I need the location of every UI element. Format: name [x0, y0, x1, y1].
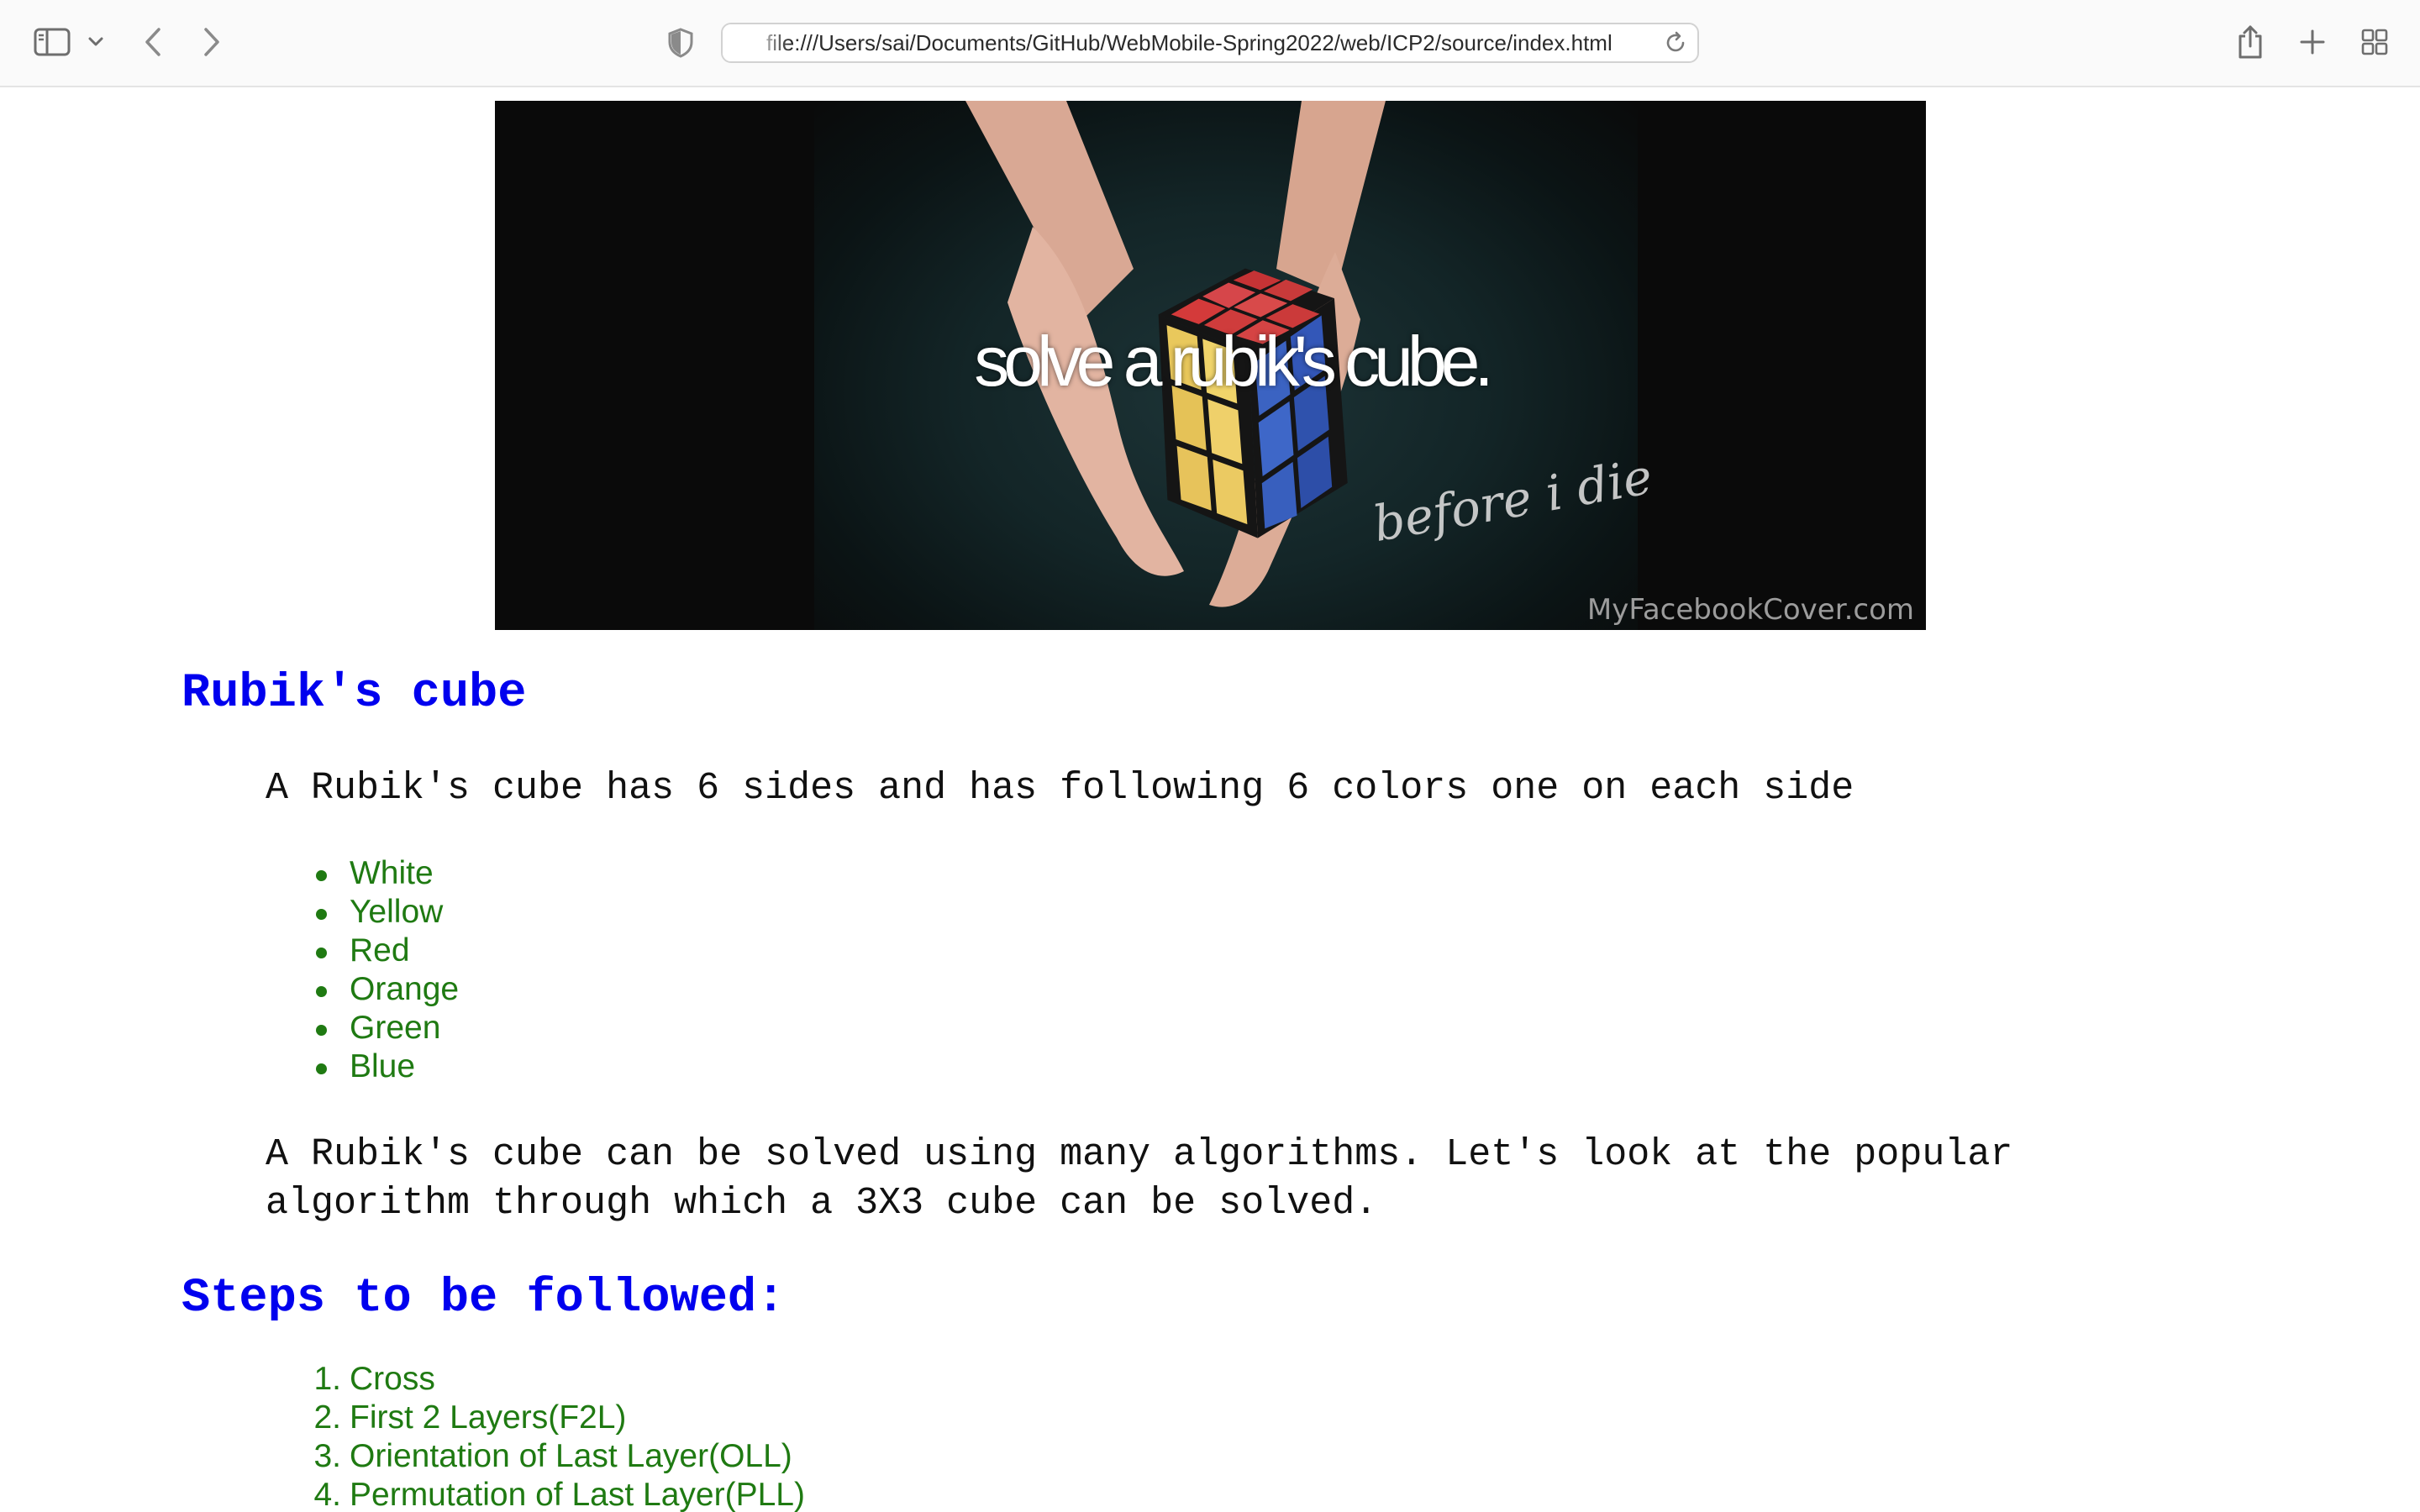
step-item: 2. First 2 Layers(F2L) [313, 1399, 805, 1437]
browser-toolbar: file:///Users/sai/Documents/GitHub/WebMo… [0, 0, 2420, 87]
back-button[interactable] [138, 24, 168, 60]
share-icon[interactable] [2233, 22, 2267, 62]
url-fade [723, 24, 790, 61]
sidebar-icon[interactable] [32, 25, 72, 59]
chevron-right-icon [204, 28, 219, 56]
banner-watermark: MyFacebookCover.com [1586, 593, 1914, 627]
list-item: Red [315, 932, 459, 970]
step-number: 3. [313, 1438, 341, 1474]
algorithm-line-1: A Rubik's cube can be solved using many … [266, 1133, 2013, 1176]
step-number: 2. [313, 1399, 341, 1436]
step-label: Permutation of Last Layer(PLL) [350, 1477, 805, 1512]
banner-image: solve a rubik's cube. before i die MyFac… [495, 101, 1926, 630]
step-number: 4. [313, 1477, 341, 1512]
address-bar[interactable]: file:///Users/sai/Documents/GitHub/WebMo… [721, 23, 1699, 63]
forward-button[interactable] [197, 24, 227, 60]
steps-list: 1. Cross 2. First 2 Layers(F2L) 3. Orientat… [313, 1360, 805, 1512]
list-item: Orange [315, 971, 460, 1007]
shield-icon[interactable] [664, 25, 697, 60]
intro-paragraph: A Rubik's cube has 6 sides and has follo… [266, 767, 1854, 810]
list-item: White [315, 854, 459, 893]
chevron-down-icon[interactable] [84, 30, 108, 54]
step-item: 1. Cross [313, 1360, 805, 1399]
page-title: Rubik's cube [182, 667, 527, 721]
step-label: Orientation of Last Layer(OLL) [350, 1438, 792, 1474]
algorithm-paragraph: A Rubik's cube can be solved using many … [266, 1131, 2012, 1228]
step-label: Cross [350, 1361, 435, 1397]
step-item: 3. Orientation of Last Layer(OLL) [313, 1437, 805, 1476]
steps-heading: Steps to be followed: [182, 1272, 786, 1326]
step-label: First 2 Layers(F2L) [350, 1399, 627, 1436]
plus-icon[interactable] [2296, 25, 2329, 59]
reload-icon[interactable] [1662, 29, 1689, 56]
colors-list: White Yellow Red Orange Green Blue [315, 854, 460, 1086]
grid-icon[interactable] [2358, 25, 2391, 59]
list-item: Green [315, 1009, 459, 1047]
chevron-left-icon [145, 28, 160, 56]
url-text: file:///Users/sai/Documents/GitHub/WebMo… [766, 30, 1612, 55]
list-item: Blue [315, 1047, 459, 1086]
step-item: 4. Permutation of Last Layer(PLL) [313, 1476, 805, 1512]
algorithm-line-2: algorithm through which a 3X3 cube can b… [266, 1182, 1378, 1225]
list-item: Yellow [315, 893, 459, 932]
banner-caption: solve a rubik's cube. [974, 322, 1493, 401]
step-number: 1. [313, 1361, 341, 1397]
